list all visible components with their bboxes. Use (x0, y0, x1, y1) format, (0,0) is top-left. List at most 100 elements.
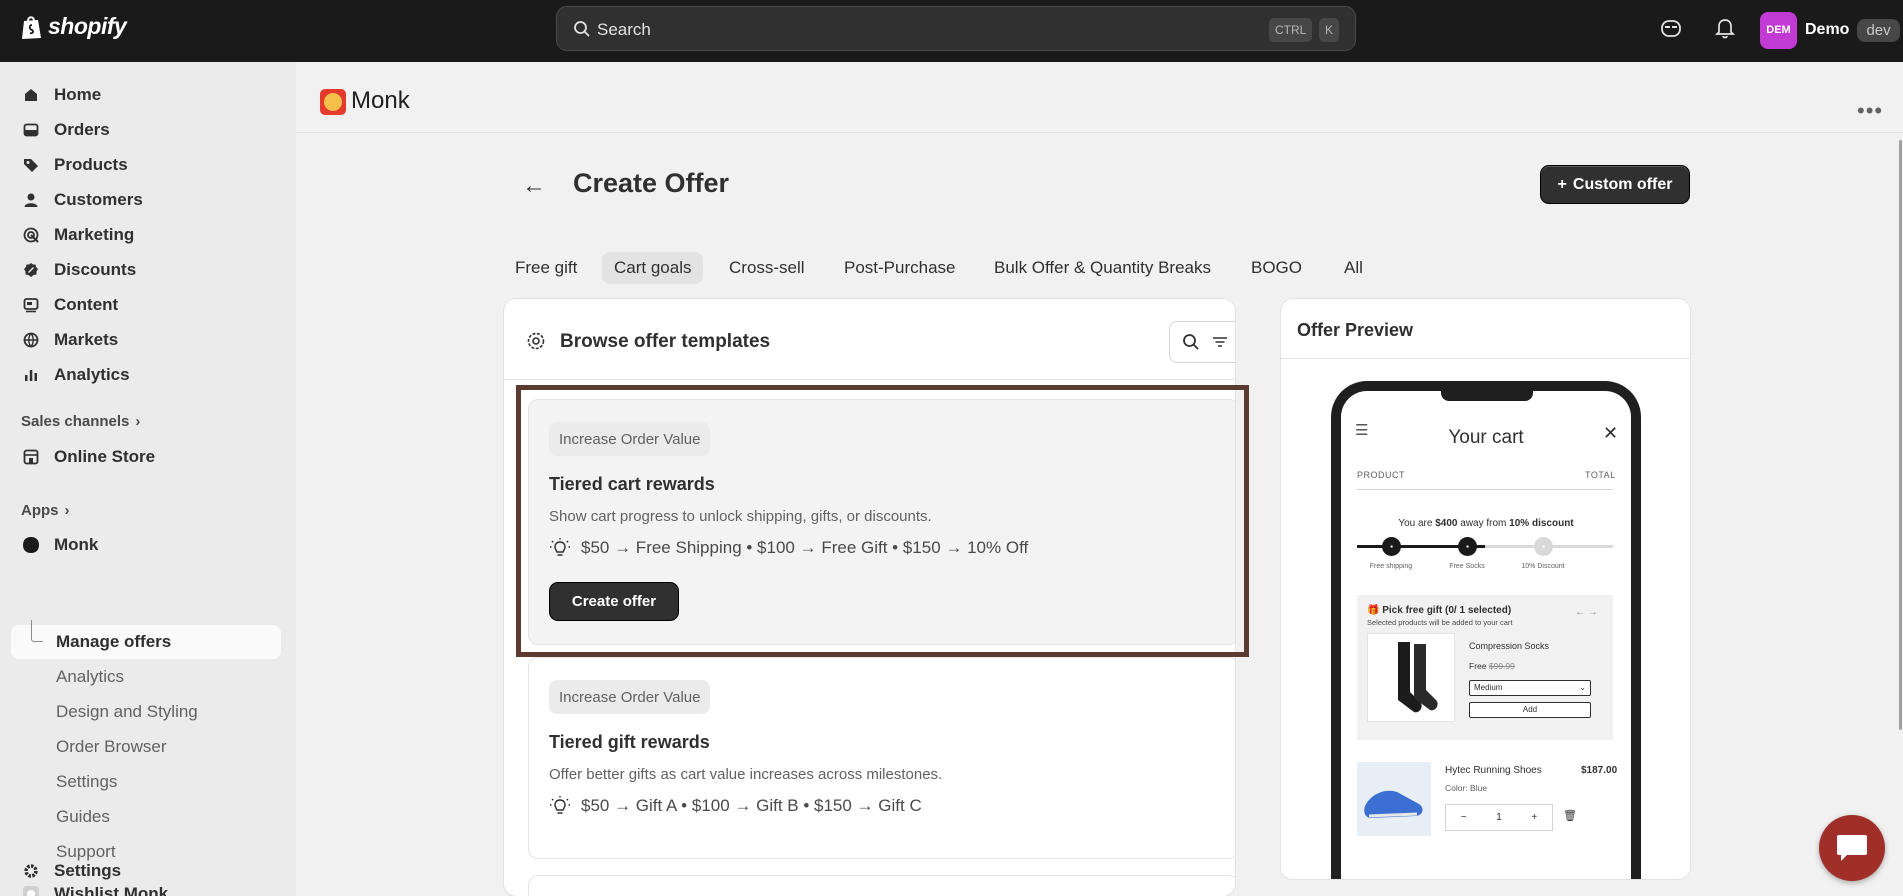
search-filter-toolbar (1169, 321, 1235, 363)
goal-amount: $400 (1435, 518, 1458, 529)
sidebar-item-marketing[interactable]: Marketing (22, 220, 134, 250)
divider (1281, 358, 1690, 359)
search-placeholder: Search (597, 20, 651, 39)
tree-connector (31, 620, 43, 642)
goal-prefix: You are (1398, 518, 1433, 529)
sidebar-item-home[interactable]: Home (22, 80, 101, 110)
sidekick-icon[interactable] (1660, 17, 1682, 39)
cart-item-color: Color: Blue (1445, 783, 1488, 793)
goal-message: You are $400 away from 10% discount (1341, 518, 1631, 529)
offer-template-next[interactable] (528, 875, 1235, 896)
sidebar-subitem-order-browser[interactable]: Order Browser (56, 737, 167, 757)
offer-tiers: $50 → Gift A • $100 → Gift B • $150 → Gi… (549, 795, 922, 817)
gift-price: Free $99.99 (1469, 661, 1515, 671)
sidebar-item-products[interactable]: Products (22, 150, 128, 180)
monk-logo-icon (320, 89, 346, 115)
sidebar-item-orders[interactable]: Orders (22, 115, 110, 145)
column-product: PRODUCT (1357, 470, 1405, 480)
sidebar-item-label: Monk (54, 535, 99, 554)
sales-channels-header[interactable]: Sales channels › (21, 413, 140, 430)
custom-offer-label: Custom offer (1572, 175, 1673, 193)
gift-nav-arrows: ← → (1575, 607, 1598, 618)
quantity-stepper: − 1 + (1445, 804, 1553, 831)
phone-notch (1441, 389, 1533, 401)
sidebar-subitem-manage-offers[interactable]: Manage offers (56, 632, 171, 652)
top-bar: shopify Search CTRL K DEM Demo dev (0, 0, 1903, 62)
selection-highlight (516, 385, 1249, 657)
chat-button[interactable] (1819, 815, 1885, 881)
milestone-label: 10% Discount (1521, 563, 1565, 570)
sidebar-subitem-design-styling[interactable]: Design and Styling (56, 702, 198, 722)
gift-title: 🎁 Pick free gift (0/ 1 selected) (1367, 605, 1512, 616)
sidebar-item-content[interactable]: Content (22, 290, 118, 320)
offer-category-badge: Increase Order Value (549, 680, 711, 714)
sidebar-item-discounts[interactable]: Discounts (22, 255, 136, 285)
apps-header[interactable]: Apps › (21, 502, 70, 519)
gift-free-label: Free (1469, 661, 1487, 671)
search-bar[interactable]: Search CTRL K (556, 6, 1356, 51)
bell-icon[interactable] (1715, 17, 1735, 39)
socks-image (1367, 633, 1455, 722)
cart-title: Your cart (1448, 427, 1524, 448)
chevron-down-icon: ⌄ (1579, 683, 1586, 692)
tab-cart-goals[interactable]: Cart goals (602, 252, 704, 284)
custom-offer-button[interactable]: + Custom offer (1540, 165, 1690, 204)
app-header: Monk ••• (296, 62, 1903, 133)
close-icon: ✕ (1603, 423, 1619, 443)
sidebar-item-customers[interactable]: Customers (22, 185, 143, 215)
more-options-icon[interactable]: ••• (1857, 98, 1883, 124)
goal-target: 10% discount (1509, 518, 1574, 529)
gift-product-name: Compression Socks (1469, 641, 1550, 651)
sidebar-item-label: Analytics (54, 365, 130, 384)
store-icon (22, 448, 40, 466)
sidebar: Home Orders Products Customers Marketing… (0, 62, 296, 896)
offer-template-tiered-gift[interactable]: Increase Order Value Tiered gift rewards… (528, 657, 1235, 859)
sidebar-item-settings[interactable]: Settings (22, 856, 121, 886)
tab-all[interactable]: All (1332, 252, 1375, 284)
gift-old-price: $99.99 (1488, 661, 1515, 671)
gift-subtitle: Selected products will be added to your … (1367, 618, 1513, 627)
sidebar-item-label: Customers (54, 190, 143, 209)
tab-bogo[interactable]: BOGO (1239, 252, 1314, 284)
tab-free-gift[interactable]: Free gift (503, 252, 589, 284)
shopify-wordmark: shopify (48, 13, 127, 39)
filter-icon[interactable] (1211, 333, 1229, 351)
page-scrollbar[interactable] (1899, 140, 1902, 730)
account-menu[interactable]: DEM Demo dev (1760, 11, 1900, 49)
tab-bulk-offer[interactable]: Bulk Offer & Quantity Breaks (982, 252, 1223, 284)
back-arrow-icon[interactable]: ← (522, 172, 546, 200)
sidebar-item-analytics[interactable]: Analytics (22, 360, 130, 390)
sidebar-subitem-guides[interactable]: Guides (56, 807, 110, 827)
offer-preview-card: Offer Preview ☰ Your cart ✕ PRODUCT TOTA… (1281, 299, 1690, 879)
sidebar-item-label: Discounts (54, 260, 137, 279)
cart-item-price: $187.00 (1581, 765, 1618, 776)
shortcut-ctrl-key: CTRL (1269, 18, 1313, 42)
orders-icon (22, 121, 40, 139)
preview-title: Offer Preview (1297, 320, 1414, 340)
tab-post-purchase[interactable]: Post-Purchase (832, 252, 968, 284)
globe-icon (22, 331, 40, 349)
search-icon[interactable] (1182, 333, 1200, 351)
sidebar-item-label: Markets (54, 330, 119, 349)
gear-icon (22, 862, 40, 880)
gift-variant-select: Medium ⌄ (1469, 680, 1591, 696)
sidebar-subitem-analytics[interactable]: Analytics (56, 667, 124, 687)
sidebar-subitem-settings[interactable]: Settings (56, 772, 117, 792)
quantity-value: 1 (1496, 812, 1502, 823)
tab-cross-sell[interactable]: Cross-sell (717, 252, 817, 284)
shopify-logo[interactable]: shopify (20, 13, 127, 40)
variant-value: Medium (1474, 683, 1503, 692)
shopify-bag-icon (22, 15, 41, 39)
sidebar-item-online-store[interactable]: Online Store (22, 442, 155, 472)
sidebar-item-markets[interactable]: Markets (22, 325, 118, 355)
sidebar-item-label: Online Store (54, 447, 156, 466)
cart-item-name: Hytec Running Shoes (1445, 765, 1542, 776)
page-title: Create Offer (573, 168, 730, 198)
plus-icon: + (1531, 812, 1538, 823)
offer-description: Offer better gifts as cart value increas… (549, 766, 943, 783)
trash-icon: 🗑 (1563, 810, 1577, 822)
person-icon (22, 191, 40, 209)
sidebar-item-label: Orders (54, 120, 110, 139)
sidebar-item-monk[interactable]: Monk (22, 530, 98, 560)
monk-app-icon (22, 536, 40, 554)
